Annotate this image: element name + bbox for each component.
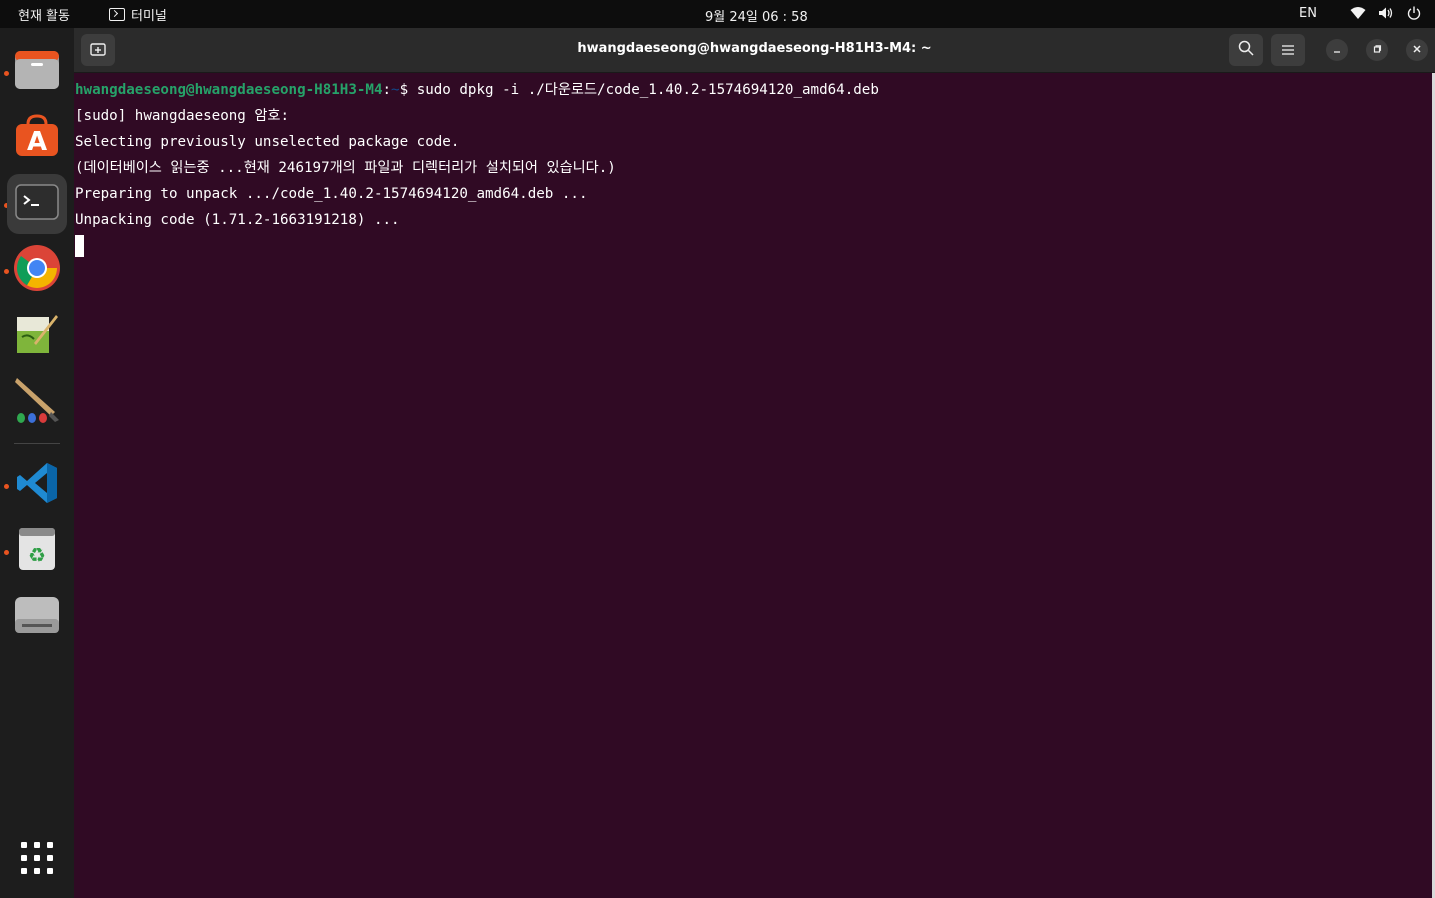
dock-text-editor[interactable] — [7, 306, 67, 366]
input-language[interactable]: EN — [1299, 6, 1317, 21]
output-line: (데이터베이스 읽는중 ...현재 246197개의 파일과 디렉터리가 설치되… — [75, 160, 616, 176]
dock-chrome[interactable] — [7, 240, 67, 300]
restore-icon — [1372, 43, 1382, 57]
cursor-line — [75, 233, 1432, 259]
minimize-button[interactable] — [1326, 39, 1348, 61]
dock-software[interactable]: A — [7, 108, 67, 168]
prompt-dollar: $ — [399, 82, 417, 98]
output-line: Selecting previously unselected package … — [75, 134, 460, 150]
restore-button[interactable] — [1366, 39, 1388, 61]
wifi-icon — [1349, 4, 1367, 22]
search-icon — [1238, 40, 1254, 60]
show-apps-button[interactable] — [7, 830, 67, 890]
prompt-path: ~ — [391, 82, 400, 98]
terminal-icon — [109, 8, 125, 21]
close-button[interactable] — [1406, 39, 1428, 61]
terminal-icon — [15, 184, 59, 224]
dock-paint[interactable] — [7, 372, 67, 432]
text-cursor — [75, 235, 84, 257]
svg-text:♻: ♻ — [28, 543, 46, 567]
dock-drive[interactable] — [7, 587, 67, 647]
dock-vscode[interactable] — [7, 455, 67, 515]
clock[interactable]: 9월 24일 06 : 58 — [705, 6, 808, 25]
grid-icon — [20, 841, 54, 879]
terminal-window: hwangdaeseong@hwangdaeseong-H81H3-M4: ~ — [74, 28, 1435, 898]
prompt-user: hwangdaeseong@hwangdaeseong-H81H3-M4 — [75, 82, 383, 98]
trash-icon: ♻ — [17, 526, 57, 576]
app-menu-label: 터미널 — [131, 9, 167, 24]
prompt-colon: : — [382, 82, 392, 98]
paintbrush-icon — [13, 376, 61, 428]
menu-button[interactable] — [1271, 34, 1305, 66]
power-icon — [1405, 4, 1423, 22]
output-line: [sudo] hwangdaeseong 암호: — [75, 108, 290, 124]
text-editor-icon — [14, 311, 60, 361]
chrome-icon — [13, 244, 61, 296]
hamburger-icon — [1281, 41, 1295, 60]
top-bar: 현재 활동 터미널 9월 24일 06 : 58 EN — [0, 0, 1435, 28]
system-tray[interactable] — [1349, 4, 1423, 22]
close-icon — [1412, 43, 1422, 57]
dock-separator — [14, 443, 60, 444]
app-menu[interactable]: 터미널 — [109, 5, 167, 24]
output-line: Preparing to unpack .../code_1.40.2-1574… — [75, 186, 588, 202]
output-line: Unpacking code (1.71.2-1663191218) ... — [75, 212, 400, 228]
dock-terminal[interactable] — [7, 174, 67, 234]
dock-trash[interactable]: ♻ — [7, 521, 67, 581]
dock-files[interactable] — [7, 42, 67, 102]
app-store-icon: A — [14, 114, 60, 162]
command-text: sudo dpkg -i ./다운로드/code_1.40.2-15746941… — [416, 82, 879, 98]
dock: A ♻ — [0, 28, 74, 898]
vscode-icon — [15, 461, 59, 509]
files-icon — [14, 49, 60, 95]
svg-text:A: A — [27, 127, 47, 157]
volume-icon — [1377, 4, 1395, 22]
drive-icon — [14, 595, 60, 639]
minimize-icon — [1332, 43, 1342, 57]
search-button[interactable] — [1229, 34, 1263, 66]
command-line: hwangdaeseong@hwangdaeseong-H81H3-M4:~$ … — [75, 77, 1432, 103]
activities-button[interactable]: 현재 활동 — [18, 5, 70, 24]
terminal-output[interactable]: hwangdaeseong@hwangdaeseong-H81H3-M4:~$ … — [74, 73, 1432, 898]
window-headerbar[interactable]: hwangdaeseong@hwangdaeseong-H81H3-M4: ~ — [74, 28, 1435, 73]
